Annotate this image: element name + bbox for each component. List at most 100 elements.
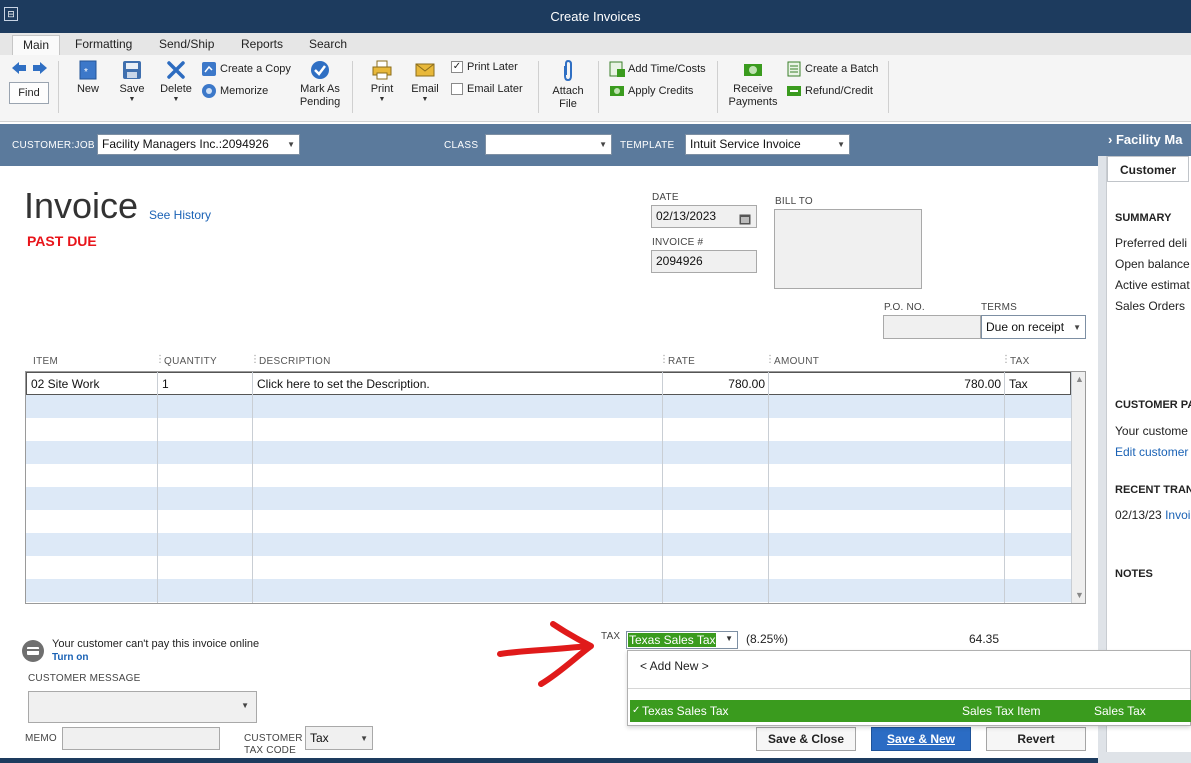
memo-label: MEMO	[25, 733, 57, 744]
customer-tax-code-label-1: CUSTOMER	[244, 733, 303, 744]
description-cell[interactable]: Click here to set the Description.	[253, 373, 663, 396]
class-select[interactable]: ▼	[485, 134, 612, 155]
tab-main[interactable]: Main	[12, 35, 61, 55]
delete-x-icon	[167, 61, 185, 79]
find-button[interactable]: Find	[9, 82, 49, 104]
receive-payments-button[interactable]: Receive Payments	[726, 60, 780, 109]
table-row[interactable]	[26, 510, 1071, 533]
table-scrollbar[interactable]: ▲ ▼	[1071, 372, 1085, 603]
tab-formatting[interactable]: Formatting	[65, 35, 142, 55]
column-header-amount[interactable]: AMOUNT	[774, 356, 819, 367]
table-row[interactable]	[26, 487, 1071, 510]
svg-text:*: *	[84, 67, 88, 78]
email-envelope-icon	[415, 63, 435, 77]
next-arrow-icon[interactable]	[33, 62, 47, 77]
tab-reports[interactable]: Reports	[231, 35, 293, 55]
customer-message-select[interactable]: ▼	[28, 691, 257, 723]
column-header-quantity[interactable]: QUANTITY	[164, 356, 217, 367]
refund-credit-button[interactable]: Refund/Credit	[786, 83, 873, 99]
tab-send-ship[interactable]: Send/Ship	[149, 35, 224, 55]
attach-file-button[interactable]: Attach File	[548, 60, 588, 111]
memorize-button[interactable]: Memorize	[201, 83, 268, 99]
previous-arrow-icon[interactable]	[12, 62, 26, 77]
column-header-rate[interactable]: RATE	[668, 356, 695, 367]
save-close-button[interactable]: Save & Close	[756, 727, 856, 751]
mark-as-pending-button[interactable]: Mark As Pending	[294, 60, 346, 109]
table-row[interactable]	[26, 418, 1071, 441]
delete-button[interactable]: Delete ▼	[158, 60, 194, 103]
create-batch-icon	[787, 61, 801, 77]
bill-to-field[interactable]	[774, 209, 922, 289]
recent-transaction-row: 02/13/23 Invoi	[1115, 508, 1191, 522]
past-due-status: PAST DUE	[27, 233, 97, 249]
column-header-item[interactable]: ITEM	[33, 356, 58, 367]
apply-credits-icon	[610, 86, 624, 96]
template-select[interactable]: Intuit Service Invoice ▼	[685, 134, 850, 155]
edit-customer-link[interactable]: Edit customer	[1115, 445, 1191, 459]
revert-button[interactable]: Revert	[986, 727, 1086, 751]
item-cell[interactable]: 02 Site Work	[27, 373, 158, 396]
open-balance-text: Open balance	[1115, 257, 1190, 271]
new-document-icon: *	[79, 60, 97, 80]
tax-item-select[interactable]: Texas Sales Tax ▼	[626, 631, 738, 649]
table-row[interactable]	[26, 579, 1071, 602]
apply-credits-button[interactable]: Apply Credits	[609, 83, 693, 99]
print-later-checkbox[interactable]: ✓ Print Later	[451, 60, 518, 74]
customer-job-select[interactable]: Facility Managers Inc.:2094926 ▼	[97, 134, 300, 155]
memo-field[interactable]	[62, 727, 220, 750]
table-row[interactable]	[26, 533, 1071, 556]
table-row[interactable]	[26, 556, 1071, 579]
see-history-link[interactable]: See History	[149, 208, 211, 222]
chevron-down-icon: ▼	[837, 140, 845, 149]
toolbar: Find * New Save ▼ Delete ▼ Create a Copy…	[0, 55, 1191, 122]
invoice-number-field[interactable]: 2094926	[651, 250, 757, 273]
table-row[interactable]: 02 Site Work 1 Click here to set the Des…	[26, 372, 1071, 395]
paperclip-icon	[564, 60, 572, 82]
save-button[interactable]: Save ▼	[116, 60, 148, 103]
tax-item-dropdown: < Add New > ✓ Texas Sales Tax Sales Tax …	[627, 650, 1191, 726]
add-time-costs-button[interactable]: Add Time/Costs	[609, 61, 706, 77]
table-row[interactable]	[26, 395, 1071, 418]
customer-tax-code-select[interactable]: Tax ▼	[305, 726, 373, 750]
chevron-down-icon: ▼	[287, 140, 295, 149]
tab-customer[interactable]: Customer	[1107, 156, 1189, 182]
rate-cell[interactable]: 780.00	[663, 373, 769, 396]
invoice-title: Invoice	[24, 185, 139, 226]
scroll-down-icon[interactable]: ▼	[1075, 590, 1084, 600]
save-new-button[interactable]: Save & New	[871, 727, 971, 751]
scroll-up-icon[interactable]: ▲	[1075, 374, 1084, 384]
table-row[interactable]	[26, 464, 1071, 487]
email-later-checkbox[interactable]: Email Later	[451, 82, 523, 96]
tax-cell[interactable]: Tax	[1005, 373, 1072, 396]
amount-cell[interactable]: 780.00	[769, 373, 1005, 396]
panel-header[interactable]: › Facility Ma	[1098, 124, 1191, 156]
new-button[interactable]: * New	[72, 60, 104, 96]
column-header-tax[interactable]: TAX	[1010, 356, 1030, 367]
texas-sales-tax-option[interactable]: ✓ Texas Sales Tax Sales Tax Item Sales T…	[630, 700, 1191, 722]
recent-invoice-link[interactable]: Invoi	[1165, 508, 1190, 522]
tax-label: TAX	[601, 631, 621, 642]
column-header-description[interactable]: DESCRIPTION	[259, 356, 331, 367]
class-label: CLASS	[444, 140, 479, 151]
memorize-icon	[202, 84, 216, 98]
create-batch-button[interactable]: Create a Batch	[786, 61, 878, 77]
summary-heading: SUMMARY	[1115, 212, 1172, 224]
customer-message-label: CUSTOMER MESSAGE	[28, 673, 141, 684]
add-new-option[interactable]: < Add New >	[640, 659, 709, 673]
terms-select[interactable]: Due on receipt ▼	[981, 315, 1086, 339]
date-field[interactable]: 02/13/2023	[651, 205, 757, 228]
print-button[interactable]: Print ▼	[366, 60, 398, 103]
checkbox-empty-icon	[451, 83, 463, 96]
checkbox-checked-icon: ✓	[451, 61, 463, 74]
tab-search[interactable]: Search	[299, 35, 357, 55]
tax-rate: (8.25%)	[746, 632, 789, 646]
email-button[interactable]: Email ▼	[408, 60, 442, 103]
window-title-bar: ⊟ Create Invoices	[0, 0, 1191, 33]
po-number-field[interactable]	[883, 315, 981, 339]
create-copy-button[interactable]: Create a Copy	[201, 61, 291, 77]
table-row[interactable]	[26, 441, 1071, 464]
quantity-cell[interactable]: 1	[158, 373, 253, 396]
annotation-arrow	[497, 621, 594, 687]
turn-on-link[interactable]: Turn on	[52, 652, 88, 663]
calendar-icon[interactable]	[739, 211, 751, 231]
